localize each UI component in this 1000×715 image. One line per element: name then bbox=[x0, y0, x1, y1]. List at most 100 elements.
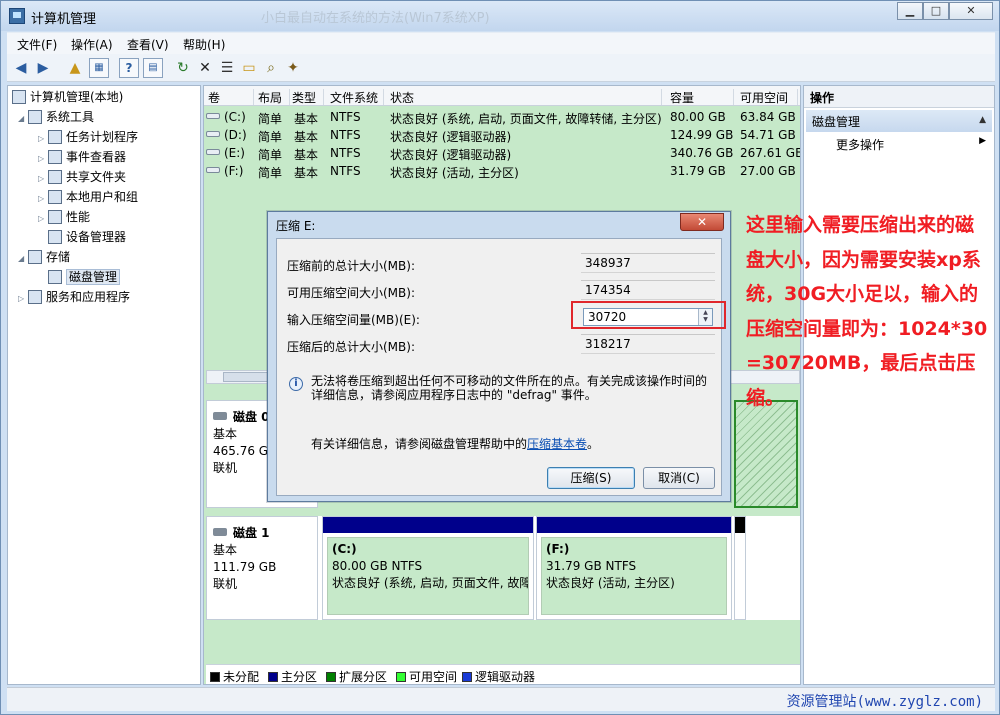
collapse-arrow-icon[interactable]: ▲ bbox=[979, 115, 986, 125]
help-icon[interactable]: ? bbox=[119, 58, 139, 78]
disk-icon bbox=[213, 412, 227, 420]
close-button[interactable]: ✕ bbox=[949, 2, 993, 20]
legend: 未分配 主分区 扩展分区 可用空间 逻辑驱动器 bbox=[206, 664, 800, 684]
menu-view[interactable]: 查看(V) bbox=[127, 36, 169, 53]
total-after-label: 压缩后的总计大小(MB): bbox=[287, 340, 415, 354]
total-after-value: 318217 bbox=[581, 334, 715, 354]
refresh-icon[interactable]: ↻ bbox=[173, 58, 193, 78]
help-message: 有关详细信息，请参阅磁盘管理帮助中的压缩基本卷。 bbox=[311, 437, 600, 451]
status-bar: 资源管理站(www.zyglz.com) bbox=[7, 687, 995, 711]
info-message: 无法将卷压缩到超出任何不可移动的文件所在的点。有关完成该操作时间的详细信息，请参… bbox=[311, 374, 708, 402]
expand-arrow-icon[interactable]: ▷ bbox=[38, 150, 48, 168]
cancel-button[interactable]: 取消(C) bbox=[643, 467, 715, 489]
primary-partition-bar bbox=[537, 517, 731, 533]
legend-primary: 主分区 bbox=[268, 668, 317, 684]
tree-services-apps[interactable]: ▷ 服务和应用程序 bbox=[18, 288, 130, 306]
window-title: 计算机管理 bbox=[31, 12, 97, 27]
help-link-shrink-basic-volume[interactable]: 压缩基本卷 bbox=[527, 437, 587, 451]
delete-icon[interactable]: ✕ bbox=[195, 58, 215, 78]
col-status[interactable]: 状态 bbox=[390, 89, 662, 105]
shrink-dialog: 压缩 E: ✕ 压缩前的总计大小(MB): 348937 可用压缩空间大小(MB… bbox=[267, 211, 731, 502]
maximize-button[interactable]: □ bbox=[923, 2, 949, 20]
event-viewer-icon bbox=[48, 150, 62, 164]
actions-header: 操作 bbox=[804, 86, 994, 108]
collapse-arrow-icon[interactable]: ◢ bbox=[18, 250, 28, 268]
users-icon bbox=[48, 190, 62, 204]
col-filesystem[interactable]: 文件系统 bbox=[330, 89, 384, 105]
minimize-button[interactable]: ▁ bbox=[897, 2, 923, 20]
compress-button[interactable]: 压缩(S) bbox=[547, 467, 635, 489]
legend-free-space: 可用空间 bbox=[396, 668, 457, 684]
col-volume[interactable]: 卷 bbox=[208, 89, 254, 105]
col-layout[interactable]: 布局 bbox=[258, 89, 290, 105]
legend-extended: 扩展分区 bbox=[326, 668, 387, 684]
back-arrow-icon[interactable]: ◀ bbox=[11, 58, 31, 78]
tree-performance[interactable]: ▷ 性能 bbox=[38, 208, 90, 226]
info-icon: i bbox=[289, 377, 303, 391]
partition-c[interactable]: (C:) 80.00 GB NTFS 状态良好 (系统, 启动, 页面文件, 故… bbox=[322, 516, 534, 620]
table-row[interactable]: (C:) 简单 基本 NTFS 状态良好 (系统, 启动, 页面文件, 故障转储… bbox=[204, 108, 800, 126]
expand-arrow-icon[interactable]: ▷ bbox=[38, 170, 48, 188]
legend-unallocated: 未分配 bbox=[210, 668, 259, 684]
table-row[interactable]: (F:) 简单 基本 NTFS 状态良好 (活动, 主分区) 31.79 GB … bbox=[204, 162, 800, 180]
tree-root[interactable]: 计算机管理(本地) bbox=[12, 88, 123, 106]
tree-event-viewer[interactable]: ▷ 事件查看器 bbox=[38, 148, 126, 166]
chevron-right-icon[interactable]: ▶ bbox=[979, 136, 986, 146]
console-icon[interactable]: ▤ bbox=[143, 58, 163, 78]
toolbar: ◀ ▶ ▲ ▦ ? ▤ ↻ ✕ ☰ ▭ ⌕ ✦ bbox=[7, 54, 995, 82]
tree-storage[interactable]: ◢ 存储 bbox=[18, 248, 70, 266]
search-icon[interactable]: ⌕ bbox=[261, 58, 281, 78]
partition-f[interactable]: (F:) 31.79 GB NTFS 状态良好 (活动, 主分区) bbox=[536, 516, 732, 620]
wizard-icon[interactable]: ✦ bbox=[283, 58, 303, 78]
menu-action[interactable]: 操作(A) bbox=[71, 36, 113, 53]
tree-device-manager[interactable]: 设备管理器 bbox=[48, 228, 126, 246]
device-manager-icon bbox=[48, 230, 62, 244]
shared-folder-icon bbox=[48, 170, 62, 184]
highlight-box bbox=[571, 301, 726, 329]
volume-icon bbox=[206, 131, 220, 137]
col-type[interactable]: 类型 bbox=[292, 89, 324, 105]
expand-arrow-icon[interactable]: ▷ bbox=[18, 290, 28, 308]
table-row[interactable]: (D:) 简单 基本 NTFS 状态良好 (逻辑驱动器) 124.99 GB 5… bbox=[204, 126, 800, 144]
tree-local-users[interactable]: ▷ 本地用户和组 bbox=[38, 188, 138, 206]
show-hide-tree-icon[interactable]: ▦ bbox=[89, 58, 109, 78]
expand-arrow-icon[interactable]: ▷ bbox=[38, 210, 48, 228]
table-row[interactable]: (E:) 简单 基本 NTFS 状态良好 (逻辑驱动器) 340.76 GB 2… bbox=[204, 144, 800, 162]
disk-1-info[interactable]: 磁盘 1 基本 111.79 GB 联机 bbox=[206, 516, 318, 620]
dialog-title: 压缩 E: bbox=[276, 219, 316, 233]
tree-system-tools[interactable]: ◢ 系统工具 bbox=[18, 108, 94, 126]
volume-icon bbox=[206, 149, 220, 155]
tree-task-scheduler[interactable]: ▷ 任务计划程序 bbox=[38, 128, 138, 146]
expand-arrow-icon[interactable]: ▷ bbox=[38, 190, 48, 208]
tree-disk-management[interactable]: 磁盘管理 bbox=[48, 268, 121, 286]
up-folder-icon[interactable]: ▲ bbox=[65, 58, 85, 78]
background-window-title: 小白最自动在系统的方法(Win7系统XP) bbox=[261, 11, 490, 26]
open-icon[interactable]: ▭ bbox=[239, 58, 259, 78]
storage-icon bbox=[28, 250, 42, 264]
primary-partition-bar bbox=[323, 517, 533, 533]
clock-icon bbox=[48, 130, 62, 144]
actions-section-disk-management[interactable]: 磁盘管理 ▲ bbox=[806, 110, 992, 132]
menu-file[interactable]: 文件(F) bbox=[17, 36, 57, 53]
collapse-arrow-icon[interactable]: ◢ bbox=[18, 110, 28, 128]
dialog-close-button[interactable]: ✕ bbox=[680, 213, 724, 231]
properties-icon[interactable]: ☰ bbox=[217, 58, 237, 78]
expand-arrow-icon[interactable]: ▷ bbox=[38, 130, 48, 148]
dialog-body: 压缩前的总计大小(MB): 348937 可用压缩空间大小(MB): 17435… bbox=[276, 238, 722, 496]
tools-icon bbox=[28, 110, 42, 124]
computer-icon bbox=[12, 90, 26, 104]
navigation-tree: 计算机管理(本地) ◢ 系统工具 ▷ 任务计划程序 ▷ 事件查看器 ▷ 共享文件夹 ▷ 本… bbox=[7, 85, 201, 685]
title-bar[interactable]: 计算机管理 小白最自动在系统的方法(Win7系统XP) ▁ □ ✕ bbox=[1, 1, 999, 31]
disk-0-partition-e[interactable] bbox=[734, 400, 798, 508]
tree-shared-folders[interactable]: ▷ 共享文件夹 bbox=[38, 168, 126, 186]
more-actions[interactable]: 更多操作 bbox=[836, 136, 884, 153]
menu-help[interactable]: 帮助(H) bbox=[183, 36, 225, 53]
col-capacity[interactable]: 容量 bbox=[670, 89, 734, 105]
forward-arrow-icon[interactable]: ▶ bbox=[33, 58, 53, 78]
watermark: 资源管理站(www.zyglz.com) bbox=[786, 694, 983, 710]
unallocated-space[interactable] bbox=[734, 516, 746, 620]
disk-management-icon bbox=[48, 270, 62, 284]
shrink-amount-label: 输入压缩空间量(MB)(E): bbox=[287, 313, 420, 327]
total-before-label: 压缩前的总计大小(MB): bbox=[287, 259, 415, 273]
col-free-space[interactable]: 可用空间 bbox=[740, 89, 798, 105]
